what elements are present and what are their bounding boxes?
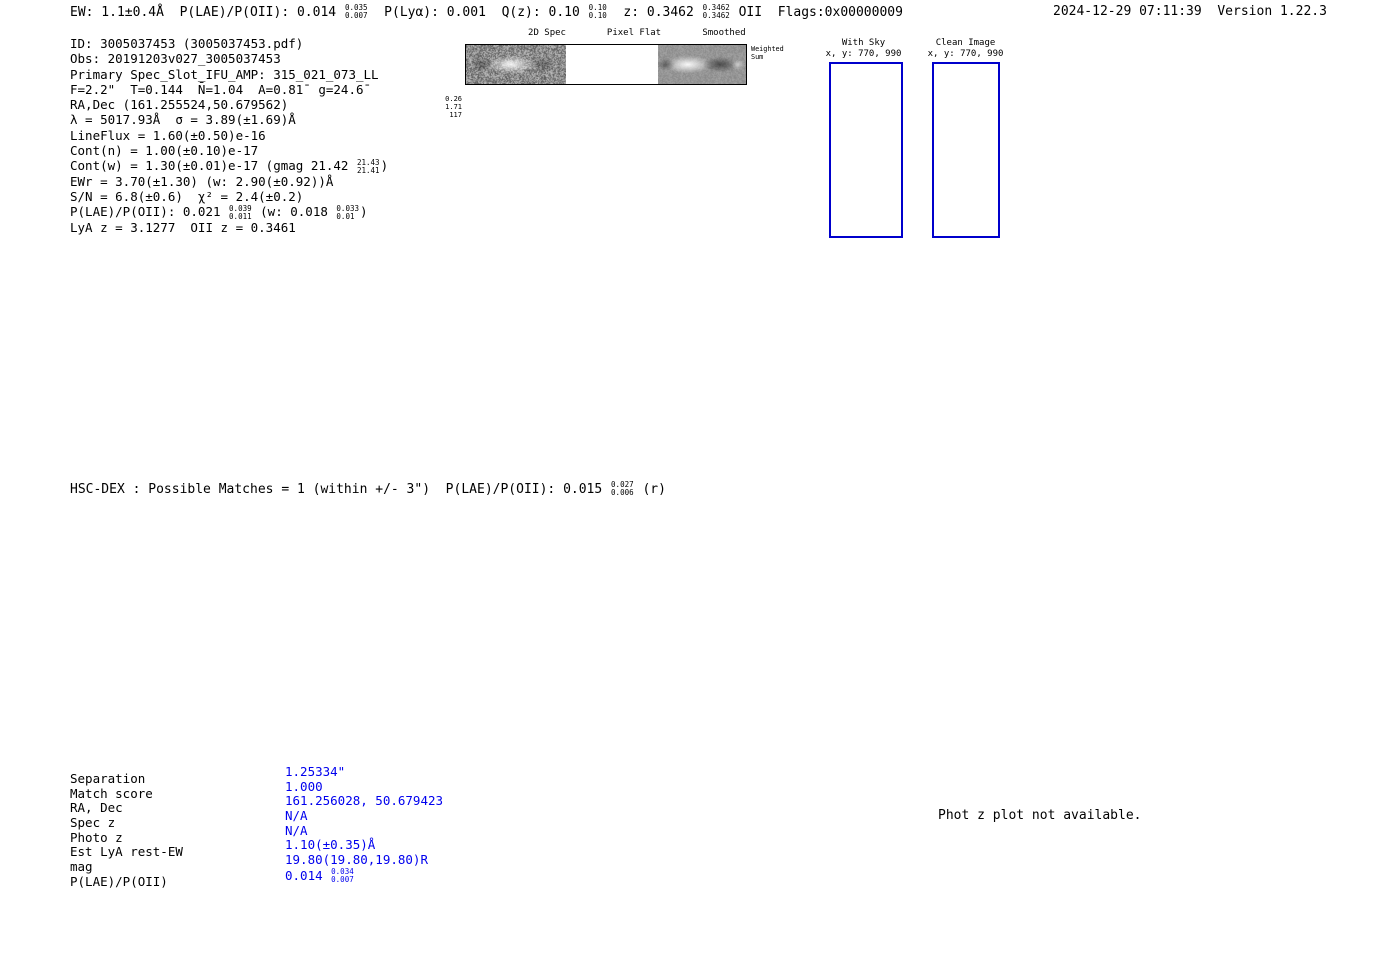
text-segment: LineFlux = 1.60(±0.50)e-16 (70, 127, 266, 143)
text-segment: N/A (285, 822, 308, 838)
match-table-label: Match score (70, 785, 153, 801)
text-segment: N/A (285, 808, 308, 824)
match-table-row: P(LAE)/P(OII) 0.014 0.034 0.007 (70, 867, 443, 890)
text-segment: Cont(w) = 1.30(±0.01)e-17 (gmag 21.42 (70, 158, 356, 174)
text-segment: (r) (634, 481, 666, 497)
info-line: Cont(n) = 1.00(±0.10)e-17 (70, 143, 388, 158)
info-line: P(LAE)/P(OII): 0.021 0.039 0.011 (w: 0.01… (70, 203, 388, 221)
clean-title: Clean Image x, y: 770, 990 (898, 38, 1033, 60)
text-segment: (w: 0.018 (252, 204, 336, 220)
full-spectrum-plot (86, 260, 1311, 475)
match-table-row: Spec z N/A (70, 808, 443, 831)
stacked-uncertainty: 0.034 0.007 (331, 866, 354, 885)
elixer-detection-report: EW: 1.1±0.4Å P(LAE)/P(OII): 0.014 0.035 0… (0, 0, 1400, 953)
stacked-uncertainty: 0.039 0.011 (229, 203, 252, 221)
stacked-uncertainty: 0.035 0.007 (344, 3, 368, 21)
text-segment: 1.25334" (285, 764, 346, 779)
info-line: S/N = 6.8(±0.6) χ² = 2.4(±0.2) (70, 189, 388, 204)
stacked-uncertainty: 0.3462 0.3462 (702, 3, 730, 21)
match-table-value: 161.256028, 50.679423 (285, 794, 443, 809)
text-segment: P(LAE)/P(OII): 0.021 (70, 204, 229, 220)
hsc-cutout-panel (414, 506, 614, 721)
text-segment: 0.014 (285, 867, 331, 883)
text-segment: ) (380, 158, 389, 174)
match-table-value: 1.10(±0.35)Å (285, 838, 375, 853)
match-table-value: 19.80(19.80,19.80)R (285, 852, 428, 868)
info-line: λ = 5017.93Å σ = 3.89(±1.69)Å (70, 112, 388, 127)
info-line: F=2.2" T=0.144 N̄=1.04 A=0.81̄ g=24.6̄ (70, 82, 388, 97)
text-segment: z: 0.3462 (607, 4, 702, 20)
match-table-label: Spec z (70, 815, 116, 831)
match-table-label: RA, Dec (70, 800, 123, 816)
fiber-weight-labels: 0.26 1.71 117 (445, 95, 462, 119)
match-table-row: RA, Dec 161.256028, 50.679423 (70, 794, 443, 816)
match-table-row: Separation 1.25334" (70, 764, 443, 787)
detection-info-block: ID: 3005037453 (3005037453.pdf) Obs: 2019… (70, 36, 388, 235)
summary-header: EW: 1.1±0.4Å P(LAE)/P(OII): 0.014 0.035 0… (70, 3, 903, 21)
text-segment: 19.80(19.80,19.80)R (285, 852, 428, 868)
info-line: RA,Dec (161.255524,50.679562) (70, 97, 388, 112)
2d-spectra-panel: 2D Spec Pixel Flat Smoothed Weighted Sum… (441, 28, 861, 253)
text-segment: F=2.2" T=0.144 N̄=1.04 A=0.81̄ g=24.6̄ (70, 81, 364, 97)
text-segment: EW: 1.1±0.4Å P(LAE)/P(OII): 0.014 (70, 4, 344, 20)
info-line: Primary Spec_Slot_IFU_AMP: 315_021_073_L… (70, 67, 388, 82)
text-segment: ID: 3005037453 (3005037453.pdf) (70, 36, 304, 51)
info-line: EWr = 3.70(±1.30) (w: 2.90(±0.92))Å (70, 174, 388, 189)
stacked-uncertainty: 0.10 0.10 (588, 3, 607, 21)
match-table-row: Photo z N/A (70, 823, 443, 846)
weighted-sum-row (465, 44, 747, 85)
fiber-positions-panel (44, 506, 244, 721)
2d-spec-image (466, 45, 566, 84)
text-segment: 161.256028, 50.679423 (285, 793, 444, 809)
stacked-uncertainty: 0.027 0.006 (611, 480, 634, 498)
stacked-uncertainty: 21.43 21.41 (356, 157, 380, 175)
text-segment: RA,Dec (161.255524,50.679562) (70, 97, 289, 113)
lineflux-map-panel (229, 506, 429, 721)
timestamp-version: 2024-12-29 07:11:39 Version 1.22.3 (1053, 4, 1327, 19)
match-table-label: Est LyA rest-EW (70, 844, 183, 860)
match-table-row: mag 19.80(19.80,19.80)R (70, 852, 443, 875)
col-title-smoothed: Smoothed (702, 28, 746, 38)
stacked-uncertainty: 0.033 0.01 (336, 203, 359, 221)
match-table-value: N/A (285, 822, 308, 839)
clean-image (932, 62, 1000, 238)
text-segment: LyA z = 3.1277 OII z = 0.3461 (70, 219, 296, 235)
text-segment: Cont(n) = 1.00(±0.10)e-17 (70, 143, 259, 159)
info-line: Cont(w) = 1.30(±0.01)e-17 (gmag 21.42 21… (70, 157, 389, 175)
line-fit-plot (1036, 44, 1316, 244)
match-table-label: Separation (70, 771, 146, 786)
info-line: ID: 3005037453 (3005037453.pdf) (70, 36, 388, 51)
match-table-label: P(LAE)/P(OII) (70, 873, 168, 889)
text-segment: Primary Spec_Slot_IFU_AMP: 315_021_073_L… (70, 66, 379, 82)
text-segment: EWr = 3.70(±1.30) (w: 2.90(±0.92))Å (70, 173, 334, 189)
clean-coords: x, y: 770, 990 (927, 49, 1004, 59)
text-segment: Obs: 20191203v027_3005037453 (70, 51, 281, 67)
text-segment: OII Flags:0x00000009 (730, 4, 903, 20)
text-segment: 1.10(±0.35)Å (285, 837, 376, 853)
col-title-pixel-flat: Pixel Flat (606, 28, 662, 38)
info-line: LyA z = 3.1277 OII z = 0.3461 (70, 220, 388, 235)
text-segment: 1.000 (285, 778, 323, 794)
text-segment: ) (360, 204, 368, 220)
hsc-dex-match-header: HSC-DEX : Possible Matches = 1 (within +… (70, 480, 666, 498)
text-segment: S/N = 6.8(±0.6) χ² = 2.4(±0.2) (70, 188, 304, 204)
text-segment: λ = 5017.93Å σ = 3.89(±1.69)Å (70, 112, 296, 128)
catalog-match-table: Separation 1.25334" Match score 1.000 RA, De… (70, 764, 443, 890)
smoothed-image (658, 45, 746, 84)
photz-note: Phot z plot not available. (938, 808, 1142, 823)
match-table-value: 0.014 0.034 0.007 (285, 866, 355, 885)
pixel-flat-image (568, 45, 656, 84)
info-line: LineFlux = 1.60(±0.50)e-16 (70, 128, 388, 143)
clean-title-line1: Clean Image (935, 38, 996, 48)
match-table-value: 1.25334" (285, 764, 346, 780)
col-title-2d-spec: 2D Spec (528, 28, 566, 38)
text-segment: P(Lyα): 0.001 Q(z): 0.10 (368, 4, 588, 20)
text-segment: HSC-DEX : Possible Matches = 1 (within +… (70, 481, 611, 497)
info-line: Obs: 20191203v027_3005037453 (70, 51, 388, 66)
match-table-label: Photo z (70, 829, 123, 845)
withsky-image (829, 62, 903, 238)
match-table-label: mag (70, 859, 93, 875)
match-table-value: 1.000 (285, 778, 323, 795)
match-table-value: N/A (285, 808, 308, 824)
